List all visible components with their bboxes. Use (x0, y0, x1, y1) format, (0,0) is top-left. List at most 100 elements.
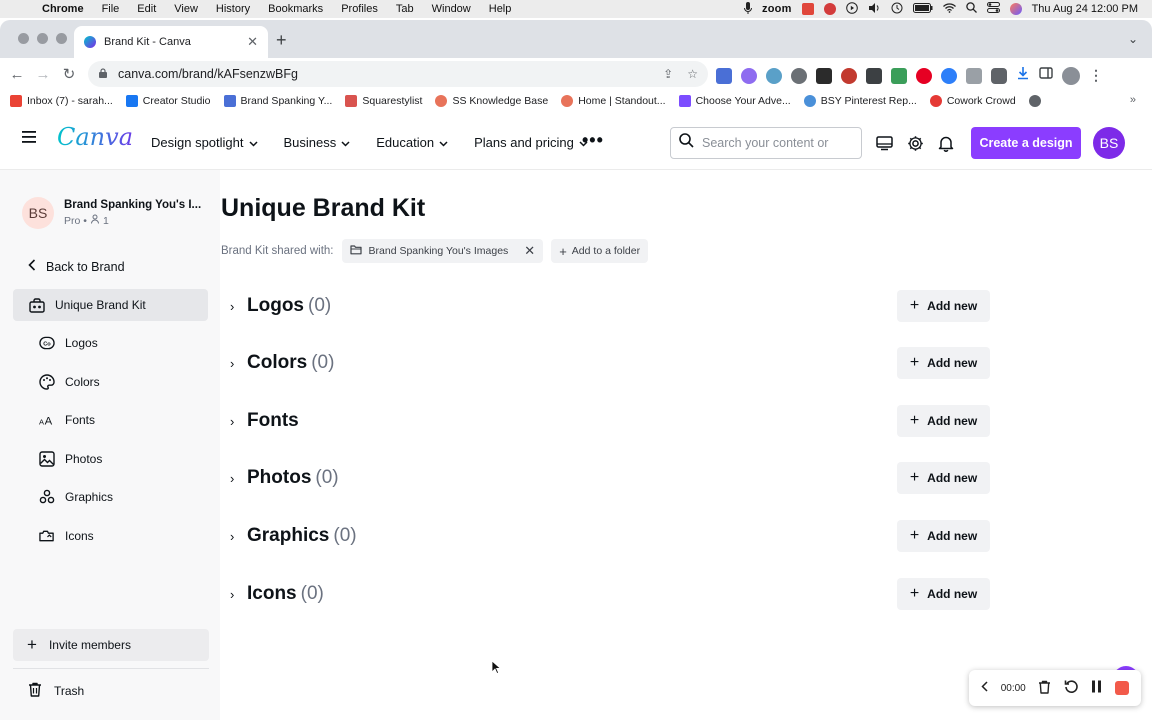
menu-file[interactable]: File (102, 3, 120, 15)
close-tab-icon[interactable]: ✕ (247, 34, 258, 50)
restart-recording-icon[interactable] (1064, 679, 1079, 697)
extension-status-icon[interactable] (801, 3, 814, 15)
add-new-icon-button[interactable]: + Add new (897, 578, 990, 610)
create-design-button[interactable]: Create a design (971, 127, 1081, 159)
microphone-icon[interactable] (744, 1, 753, 17)
close-window-button[interactable] (18, 33, 29, 44)
download-icon[interactable] (1016, 66, 1030, 85)
remove-shared-icon[interactable]: ✕ (524, 243, 535, 259)
sidebar-item-fonts[interactable]: AA Fonts (13, 404, 208, 436)
siri-icon[interactable] (1009, 3, 1022, 15)
desktop-app-icon[interactable] (876, 135, 893, 157)
extension-dix-icon[interactable] (891, 67, 907, 84)
reload-icon[interactable]: ↻ (56, 65, 82, 83)
bookmark-item[interactable]: SS Knowledge Base (435, 94, 548, 107)
add-new-font-button[interactable]: + Add new (897, 405, 990, 437)
bookmark-item[interactable]: Squarestylist (345, 94, 422, 107)
back-to-brand-link[interactable]: Back to Brand (28, 259, 125, 274)
extension-pinterest-icon[interactable] (916, 67, 932, 84)
tab-search-chevron-icon[interactable]: ⌄ (1128, 32, 1138, 46)
bookmark-item[interactable]: Choose Your Adve... (678, 94, 791, 107)
extension-record-icon[interactable] (841, 67, 857, 84)
control-center-icon[interactable] (986, 2, 1000, 16)
brand-switcher[interactable]: BS Brand Spanking You's I... Pro • 1 (22, 197, 201, 229)
hamburger-menu-icon[interactable] (22, 130, 36, 148)
new-tab-button[interactable]: + (276, 30, 287, 51)
forward-arrow-icon[interactable]: → (30, 66, 56, 83)
section-fonts[interactable]: › Fonts (230, 405, 303, 437)
shared-folder-chip[interactable]: Brand Spanking You's Images ✕ (341, 239, 544, 263)
time-machine-icon[interactable] (891, 2, 903, 17)
trash-link[interactable]: Trash (28, 682, 84, 700)
browser-menu-icon[interactable]: ⋮ (1089, 67, 1103, 84)
collapse-recorder-icon[interactable] (981, 681, 988, 695)
sidebar-item-logos[interactable]: Co Logos (13, 327, 208, 359)
url-text[interactable]: canva.com/brand/kAFsenzwBFg (118, 67, 663, 81)
play-icon[interactable] (845, 1, 858, 17)
invite-members-button[interactable]: + Invite members (13, 629, 209, 661)
extension-code-icon[interactable] (716, 67, 732, 84)
sidebar-item-icons[interactable]: Icons (13, 520, 208, 552)
extension-globe-icon[interactable] (766, 67, 782, 84)
spotlight-search-icon[interactable] (965, 2, 977, 16)
extension-web-icon[interactable] (791, 67, 807, 84)
bookmark-star-icon[interactable]: ☆ (687, 67, 698, 81)
menu-view[interactable]: View (174, 3, 198, 15)
pause-recording-icon[interactable] (1091, 680, 1102, 696)
extension-gear-icon[interactable] (741, 67, 757, 84)
extension-camera-icon[interactable] (966, 67, 982, 84)
zoom-status[interactable]: zoom (762, 3, 792, 15)
bookmark-item[interactable]: Creator Studio (125, 94, 211, 107)
menu-app[interactable]: Chrome (42, 3, 84, 15)
bookmark-item[interactable]: Brand Spanking Y... (223, 94, 332, 107)
address-bar[interactable]: canva.com/brand/kAFsenzwBFg ⇪ ☆ (88, 61, 708, 87)
menu-window[interactable]: Window (432, 3, 471, 15)
profile-avatar-icon[interactable] (1062, 66, 1080, 85)
search-input[interactable] (702, 136, 852, 150)
extensions-puzzle-icon[interactable] (991, 67, 1007, 84)
menu-help[interactable]: Help (489, 3, 512, 15)
extension-grid-icon[interactable] (866, 67, 882, 84)
section-graphics[interactable]: › Graphics (0) (230, 520, 357, 552)
notifications-bell-icon[interactable] (938, 135, 954, 157)
add-new-graphic-button[interactable]: + Add new (897, 520, 990, 552)
menu-profiles[interactable]: Profiles (341, 3, 378, 15)
menu-tab[interactable]: Tab (396, 3, 414, 15)
extension-notion-icon[interactable] (816, 67, 832, 84)
delete-recording-icon[interactable] (1038, 680, 1051, 697)
section-photos[interactable]: › Photos (0) (230, 462, 339, 494)
bookmark-item[interactable] (1028, 94, 1046, 107)
maximize-window-button[interactable] (56, 33, 67, 44)
menu-bookmarks[interactable]: Bookmarks (268, 3, 323, 15)
side-panel-icon[interactable] (1039, 66, 1053, 85)
back-arrow-icon[interactable]: ← (4, 66, 30, 83)
add-new-photo-button[interactable]: + Add new (897, 462, 990, 494)
sidebar-item-photos[interactable]: Photos (13, 443, 208, 475)
bookmark-item[interactable]: BSY Pinterest Rep... (803, 94, 917, 107)
extension-tweet-icon[interactable] (941, 67, 957, 84)
nav-plans-pricing[interactable]: Plans and pricing (474, 135, 588, 150)
section-colors[interactable]: › Colors (0) (230, 347, 334, 379)
canva-logo[interactable]: Canva (57, 123, 133, 151)
volume-icon[interactable] (868, 2, 881, 17)
settings-gear-icon[interactable] (907, 135, 924, 157)
bookmarks-overflow-icon[interactable]: » (1130, 94, 1136, 106)
section-icons[interactable]: › Icons (0) (230, 578, 324, 610)
stop-recording-button[interactable] (1114, 681, 1129, 695)
add-new-logo-button[interactable]: + Add new (897, 290, 990, 322)
user-avatar[interactable]: BS (1093, 127, 1125, 159)
datetime[interactable]: Thu Aug 24 12:00 PM (1032, 3, 1138, 15)
creative-cloud-icon[interactable] (823, 3, 836, 15)
sidebar-item-brand-kit[interactable]: Unique Brand Kit (13, 289, 208, 321)
minimize-window-button[interactable] (37, 33, 48, 44)
site-info-icon[interactable] (98, 67, 108, 81)
search-box[interactable] (670, 127, 862, 159)
add-to-folder-button[interactable]: + Add to a folder (551, 239, 649, 263)
menu-history[interactable]: History (216, 3, 250, 15)
nav-business[interactable]: Business (284, 135, 351, 150)
nav-design-spotlight[interactable]: Design spotlight (151, 135, 258, 150)
menu-edit[interactable]: Edit (137, 3, 156, 15)
bookmark-item[interactable]: Home | Standout... (561, 94, 666, 107)
section-logos[interactable]: › Logos (0) (230, 290, 331, 322)
browser-tab[interactable]: Brand Kit - Canva ✕ (74, 26, 268, 58)
